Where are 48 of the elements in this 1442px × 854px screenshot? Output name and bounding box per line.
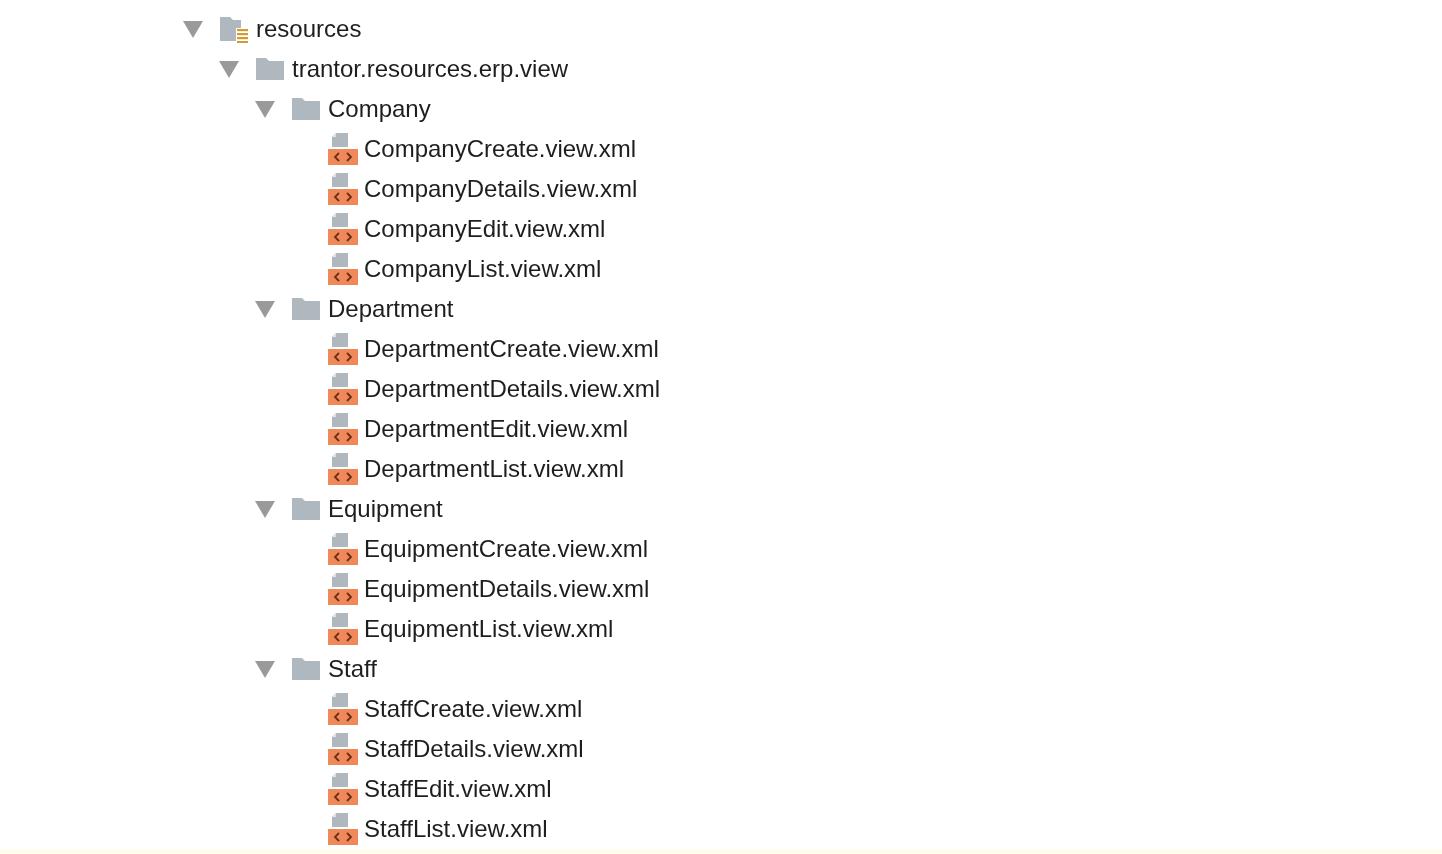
folder-name[interactable]: Equipment [328, 491, 443, 527]
xml-file-icon [328, 173, 358, 205]
file-name[interactable]: StaffDetails.view.xml [364, 731, 584, 767]
xml-file-icon [328, 693, 358, 725]
xml-file-icon [328, 773, 358, 805]
folder-name[interactable]: resources [256, 11, 362, 47]
file-name[interactable]: CompanyDetails.view.xml [364, 171, 638, 207]
file-name[interactable]: EquipmentCreate.view.xml [364, 531, 649, 567]
collapse-arrow-icon[interactable] [255, 500, 275, 518]
resource-folder-icon [220, 15, 248, 43]
file-name[interactable]: DepartmentDetails.view.xml [364, 371, 661, 407]
xml-file-icon [328, 453, 358, 485]
folder-name[interactable]: Department [328, 291, 454, 327]
folder-name[interactable]: Staff [328, 651, 377, 687]
file-name[interactable]: EquipmentList.view.xml [364, 611, 614, 647]
xml-file-icon [328, 613, 358, 645]
xml-file-icon [328, 133, 358, 165]
collapse-arrow-icon[interactable] [255, 660, 275, 678]
collapse-arrow-icon[interactable] [183, 20, 203, 38]
collapse-arrow-icon[interactable] [255, 100, 275, 118]
folder-name[interactable]: trantor.resources.erp.view [292, 51, 569, 87]
xml-file-icon [328, 573, 358, 605]
xml-file-icon [328, 213, 358, 245]
folder-name[interactable]: Company [328, 91, 431, 127]
file-name[interactable]: StaffList.view.xml [364, 811, 548, 847]
collapse-arrow-icon[interactable] [219, 60, 239, 78]
file-name[interactable]: CompanyEdit.view.xml [364, 211, 606, 247]
folder-icon [292, 498, 320, 520]
xml-file-icon [328, 333, 358, 365]
folder-icon [292, 658, 320, 680]
folder-icon [292, 298, 320, 320]
folder-icon [256, 58, 284, 80]
xml-file-icon [328, 253, 358, 285]
xml-file-icon [328, 813, 358, 845]
xml-file-icon [328, 413, 358, 445]
file-name[interactable]: CompanyCreate.view.xml [364, 131, 637, 167]
file-name[interactable]: CompanyList.view.xml [364, 251, 602, 287]
collapse-arrow-icon[interactable] [255, 300, 275, 318]
file-name[interactable]: StaffCreate.view.xml [364, 691, 583, 727]
xml-file-icon [328, 373, 358, 405]
file-name[interactable]: DepartmentEdit.view.xml [364, 411, 629, 447]
xml-file-icon [328, 733, 358, 765]
file-name[interactable]: DepartmentCreate.view.xml [364, 331, 659, 367]
file-name[interactable]: StaffEdit.view.xml [364, 771, 552, 807]
xml-file-icon [328, 533, 358, 565]
file-name[interactable]: EquipmentDetails.view.xml [364, 571, 650, 607]
file-name[interactable]: DepartmentList.view.xml [364, 451, 625, 487]
folder-icon [292, 98, 320, 120]
